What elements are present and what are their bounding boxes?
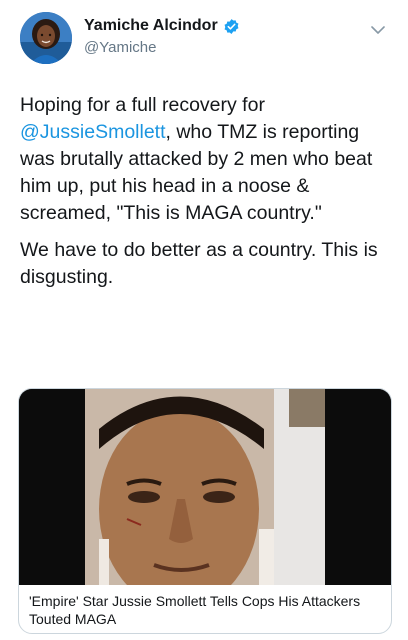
tweet-text-segment: Hoping for a full recovery for bbox=[20, 94, 265, 116]
card-title[interactable]: 'Empire' Star Jussie Smollett Tells Cops… bbox=[29, 592, 381, 628]
mention-link[interactable]: @JussieSmollett bbox=[20, 121, 166, 143]
card-image[interactable] bbox=[19, 389, 391, 609]
tweet-header: Yamiche Alcindor @Yamiche bbox=[0, 0, 408, 80]
tweet-paragraph-1: Hoping for a full recovery for @JussieSm… bbox=[20, 92, 398, 227]
link-preview-card[interactable]: 'Empire' Star Jussie Smollett Tells Cops… bbox=[18, 388, 392, 634]
photo-of-injured-face bbox=[19, 389, 391, 609]
author-display-name[interactable]: Yamiche Alcindor bbox=[84, 17, 218, 35]
author-handle[interactable]: @Yamiche bbox=[84, 39, 156, 56]
author-name-row[interactable]: Yamiche Alcindor bbox=[84, 17, 240, 35]
verified-badge-icon bbox=[224, 18, 239, 34]
tweet-paragraph-2: We have to do better as a country. This … bbox=[20, 239, 378, 288]
avatar[interactable] bbox=[20, 12, 72, 64]
chevron-down-icon[interactable] bbox=[370, 22, 386, 38]
avatar-image bbox=[20, 12, 72, 64]
tweet-text: Hoping for a full recovery for @JussieSm… bbox=[20, 92, 398, 301]
